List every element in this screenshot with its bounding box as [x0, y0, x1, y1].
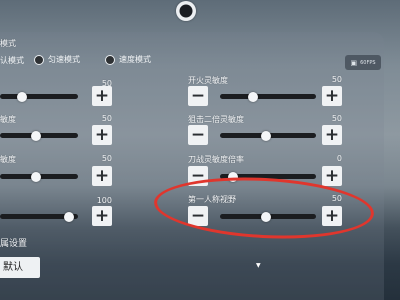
chevron-down-icon[interactable]: ▼ [256, 262, 261, 269]
left-slider-knob[interactable] [31, 130, 41, 141]
fps-badge[interactable]: ▣ 60FPS [345, 55, 381, 70]
mode-option-label: 认模式 [0, 56, 24, 65]
fire-sensitivity-value: 50 [331, 75, 342, 84]
left-slider-knob[interactable] [64, 211, 74, 222]
mode-option-default[interactable]: 认模式 [0, 55, 24, 66]
fire-sensitivity-plus-button[interactable]: + [322, 86, 342, 106]
sniper-2x-knob[interactable] [261, 130, 271, 141]
sniper-2x-label: 狙击二倍灵敏度 [188, 115, 244, 124]
default-button[interactable]: 默认 [0, 257, 40, 278]
radio-icon [34, 54, 44, 65]
left-plus-button[interactable]: + [92, 206, 112, 226]
left-slider-track[interactable] [0, 94, 78, 99]
mode-option-label: 速度模式 [119, 55, 151, 64]
radio-icon [105, 54, 115, 65]
mode-option-label: 匀速模式 [48, 55, 80, 64]
melee-multiplier-plus-button[interactable]: + [322, 166, 342, 186]
left-slider-knob[interactable] [31, 171, 41, 182]
left-plus-button[interactable]: + [92, 125, 112, 145]
attribute-settings-label: 属设置 [0, 239, 28, 249]
camera-cutout [176, 1, 196, 21]
fire-sensitivity-knob[interactable] [248, 91, 258, 102]
left-plus-button[interactable]: + [92, 86, 112, 106]
left-slider-knob[interactable] [17, 91, 27, 102]
mode-section-title: 模式 [0, 39, 16, 48]
fire-sensitivity-track[interactable] [220, 94, 316, 99]
fire-sensitivity-minus-button[interactable]: − [188, 86, 208, 106]
fps-label: 60FPS [360, 59, 376, 66]
mode-option-speed[interactable]: 速度模式 [105, 54, 151, 65]
left-slider-value: 50 [101, 114, 112, 123]
left-slider-label: 敏度 [0, 155, 16, 164]
left-slider-value: 50 [101, 154, 112, 163]
left-slider-label: 敏度 [0, 115, 16, 124]
sniper-2x-value: 50 [331, 114, 342, 123]
sniper-2x-plus-button[interactable]: + [322, 125, 342, 145]
sniper-2x-minus-button[interactable]: − [188, 125, 208, 145]
fire-sensitivity-label: 开火灵敏度 [188, 76, 228, 85]
mode-option-uniform[interactable]: 匀速模式 [34, 54, 80, 65]
film-icon: ▣ [350, 58, 358, 67]
melee-multiplier-value: 0 [336, 154, 342, 163]
melee-multiplier-label: 刀战灵敏度倍率 [188, 155, 244, 164]
left-slider-value: 100 [96, 196, 112, 205]
left-plus-button[interactable]: + [92, 166, 112, 186]
